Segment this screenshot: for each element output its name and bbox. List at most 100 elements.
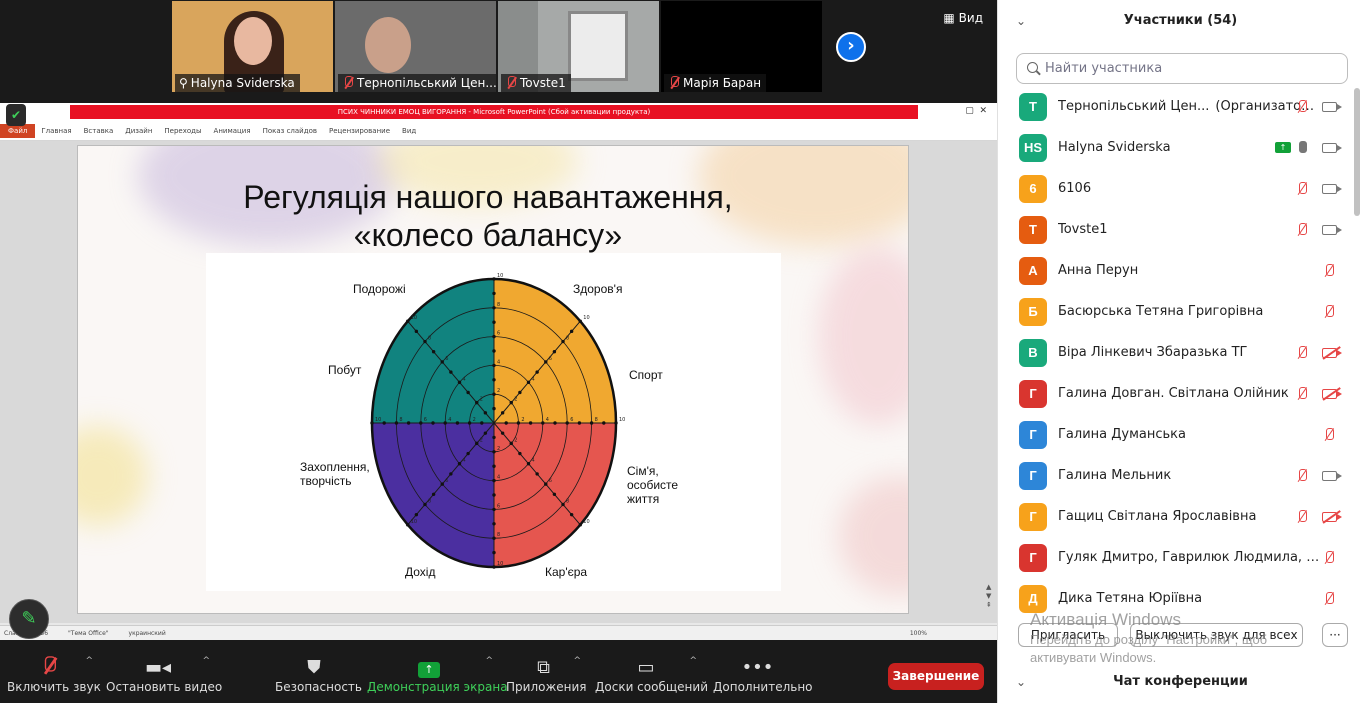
scale-dot	[492, 349, 496, 353]
participant-row[interactable]: Т Тернопільський Цен... (Организатор, я)	[998, 87, 1353, 128]
mic-muted-icon[interactable]	[1296, 510, 1308, 525]
mic-muted-icon[interactable]	[1296, 387, 1308, 402]
mic-muted-icon[interactable]	[1296, 223, 1308, 238]
scale-dot	[500, 411, 505, 415]
scrollbar-thumb[interactable]	[1354, 88, 1360, 216]
apps-label: Приложения	[506, 680, 587, 694]
slide-scroll-arrows[interactable]: ▲ ▼ ⇞	[986, 583, 996, 619]
participant-row[interactable]: T Tovste1	[998, 210, 1353, 251]
more-button[interactable]: ••• Дополнительно	[713, 656, 813, 694]
mic-muted-icon[interactable]	[1296, 100, 1308, 115]
video-thumbnail-halyna[interactable]: ⚲ Halyna Sviderska	[172, 1, 333, 92]
participant-row[interactable]: Д Дика Тетяна Юріївна	[998, 579, 1353, 614]
chevron-up-icon[interactable]: ^	[85, 656, 93, 666]
status-theme: "Тема Office"	[68, 629, 109, 637]
participant-list-scrollbar[interactable]	[1353, 88, 1360, 608]
next-thumbnails-button[interactable]: ›	[836, 32, 866, 62]
mic-muted-icon[interactable]	[1323, 592, 1335, 607]
mute-button[interactable]: Включить звук ^	[7, 656, 101, 694]
annotate-pen-button[interactable]: ✎	[9, 599, 49, 639]
participant-row[interactable]: А Анна Перун	[998, 251, 1353, 292]
chevron-up-icon[interactable]: ^	[202, 656, 210, 666]
participant-row[interactable]: 6 6106	[998, 169, 1353, 210]
scale-dot	[516, 421, 521, 425]
whiteboards-button[interactable]: ▭ Доски сообщений ^	[595, 656, 708, 694]
mute-all-button[interactable]: Выключить звук для всех	[1130, 623, 1303, 647]
video-camera-icon[interactable]	[1322, 184, 1342, 194]
ribbon-tab-transitions[interactable]: Переходы	[164, 127, 201, 135]
chevron-up-icon[interactable]: ^	[573, 656, 581, 666]
scale-dot	[578, 523, 582, 527]
video-thumbnail-ternopil[interactable]: Тернопільський Цен...	[335, 1, 496, 92]
participant-row[interactable]: Б Басюрська Тетяна Григорівна	[998, 292, 1353, 333]
wheel-label-income: Дохід	[405, 565, 436, 579]
wheel-label-home: Побут	[328, 363, 362, 377]
video-camera-icon[interactable]	[1322, 102, 1342, 112]
video-thumbnail-mariia[interactable]: Марія Баран	[661, 1, 822, 92]
room-window	[568, 11, 628, 81]
ribbon-tab-design[interactable]: Дизайн	[125, 127, 152, 135]
scale-tick-label: 2	[514, 397, 517, 403]
participant-name-text: 6106	[1058, 181, 1092, 196]
mic-muted-icon[interactable]	[1323, 551, 1335, 566]
participant-row[interactable]: Г Гуляк Дмитро, Гаврилюк Людмила, Вальч..…	[998, 538, 1353, 579]
status-zoom[interactable]: 100%	[910, 630, 927, 637]
mic-icon[interactable]	[1296, 141, 1308, 156]
scale-dot	[492, 536, 496, 540]
invite-button[interactable]: Пригласить	[1018, 623, 1118, 647]
window-controls[interactable]: ▢ ✕	[965, 106, 987, 116]
chevron-up-icon[interactable]: ^	[485, 656, 493, 666]
mic-muted-icon[interactable]	[1296, 346, 1308, 361]
ribbon-tab-animation[interactable]: Анимация	[214, 127, 251, 135]
security-button[interactable]: ⛊ Безопасность	[275, 656, 362, 694]
ribbon-tab-insert[interactable]: Вставка	[84, 127, 114, 135]
avatar: Д	[1019, 585, 1047, 613]
scale-dot	[423, 502, 427, 507]
participant-row[interactable]: Г Галина Довган. Світлана Олійник	[998, 374, 1353, 415]
mic-muted-icon[interactable]	[1296, 182, 1308, 197]
scale-dot	[578, 319, 582, 323]
stop-video-button[interactable]: ▬◂ Остановить видео ^	[106, 656, 222, 694]
mic-muted-icon[interactable]	[1323, 305, 1335, 320]
participant-row[interactable]: Г Гащиц Світлана Ярославівна	[998, 497, 1353, 538]
ribbon-tab-review[interactable]: Рецензирование	[329, 127, 390, 135]
participant-name: Дика Тетяна Юріївна	[1058, 591, 1202, 606]
video-off-icon[interactable]	[1322, 512, 1342, 522]
ribbon-tab-view[interactable]: Вид	[402, 127, 416, 135]
video-camera-icon[interactable]	[1322, 143, 1342, 153]
participant-name-text: Гащиц Світлана Ярославівна	[1058, 509, 1257, 524]
ribbon-tab-slideshow[interactable]: Показ слайдов	[263, 127, 317, 135]
chevron-up-icon[interactable]: ^	[689, 656, 697, 666]
end-meeting-button[interactable]: Завершение	[888, 663, 984, 690]
more-options-button[interactable]: ···	[1322, 623, 1348, 647]
view-button[interactable]: ▦ Вид	[943, 11, 983, 25]
participant-row[interactable]: Г Галина Мельник	[998, 456, 1353, 497]
share-screen-button[interactable]: ↑ Демонстрация экрана ^	[367, 656, 508, 694]
participant-search-input[interactable]: Найти участника	[1016, 53, 1348, 84]
wheel-label-hobby: Захоплення, творчість	[300, 460, 370, 488]
scale-dot	[492, 450, 496, 454]
mic-muted-icon[interactable]	[1323, 428, 1335, 443]
share-screen-icon: ↑	[367, 656, 491, 680]
more-label: Дополнительно	[713, 680, 813, 694]
scale-dot	[614, 421, 618, 425]
scale-tick-label: 10	[497, 273, 503, 279]
participant-row[interactable]: HS Halyna Sviderska ↑	[998, 128, 1353, 169]
participant-name-text: Галина Довган. Світлана Олійник	[1058, 386, 1289, 401]
participant-row[interactable]: Г Галина Думанська	[998, 415, 1353, 456]
participant-row[interactable]: В Віра Лінкевич Збаразька ТГ	[998, 333, 1353, 374]
participant-name-text: Басюрська Тетяна Григорівна	[1058, 304, 1264, 319]
balance-wheel: 2 4 6 8 10 2 4 6 8 10 2 4 6 8 10 2 4 6 8 10 2 4 6 8 10 2 4 6 8 10 2 4 6 8…	[206, 253, 781, 591]
encryption-shield-icon[interactable]: ✔	[6, 104, 26, 126]
scale-dot	[483, 431, 488, 435]
video-camera-icon[interactable]	[1322, 471, 1342, 481]
video-camera-icon[interactable]	[1322, 225, 1342, 235]
video-thumbnail-tovste[interactable]: Tovste1	[498, 1, 659, 92]
video-off-icon[interactable]	[1322, 348, 1342, 358]
mic-muted-icon[interactable]	[1296, 469, 1308, 484]
participant-name-text: Галина Мельник	[1058, 468, 1172, 483]
apps-button[interactable]: ⧉ Приложения ^	[506, 656, 587, 694]
mic-muted-icon[interactable]	[1323, 264, 1335, 279]
video-off-icon[interactable]	[1322, 389, 1342, 399]
ribbon-tab-home[interactable]: Главная	[41, 127, 71, 135]
